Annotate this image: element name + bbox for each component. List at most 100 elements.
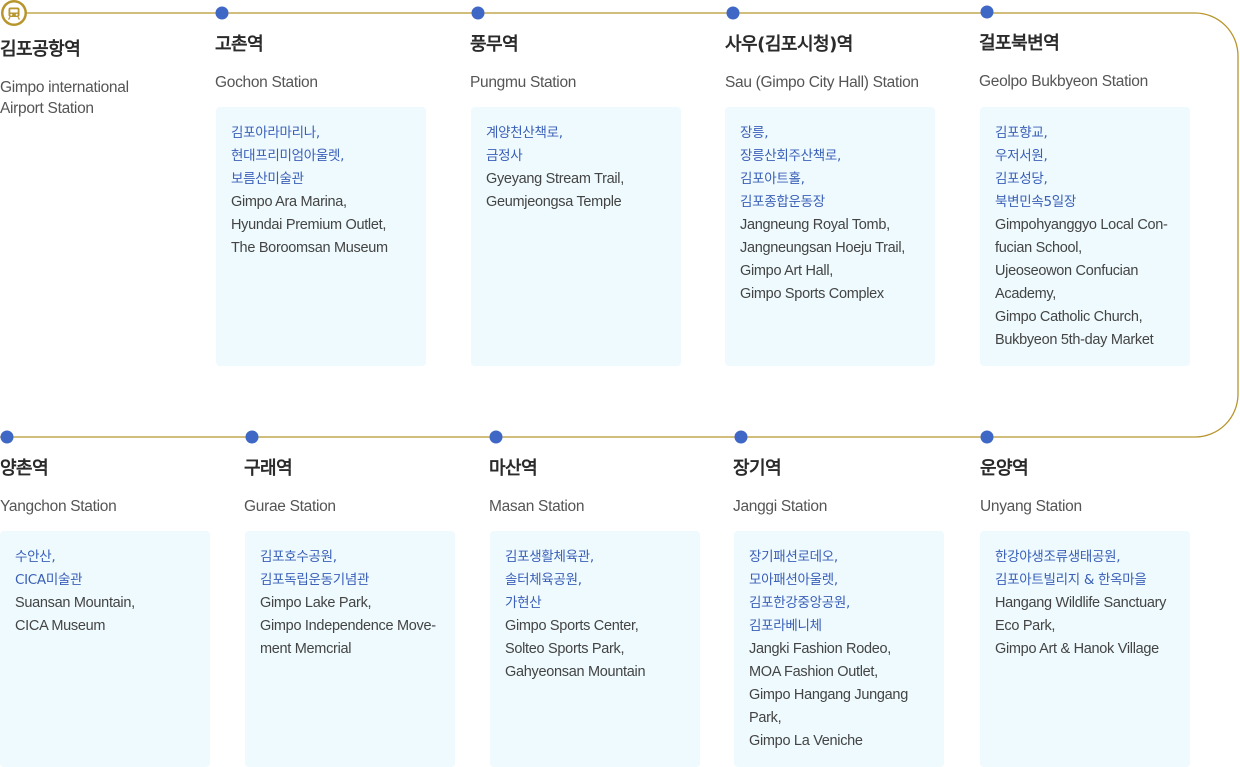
attraction-en: Gimpohyanggyo Local Con- (995, 217, 1168, 233)
attraction-ko: 장릉산회주산책로, (740, 148, 841, 164)
station-dot (0, 430, 14, 444)
attractions-card: 장기패션로데오, 모아패션아울렛, 김포한강중앙공원, 김포라베니체 Jangki Fa… (734, 531, 944, 767)
attraction-ko: 보름산미술관 (231, 171, 304, 187)
attraction-en: Gimpo Sports Complex (740, 286, 884, 302)
station-name-en: Masan Station (489, 498, 585, 515)
station-dot (726, 6, 740, 20)
station-name-ko: 양촌역 (0, 458, 49, 479)
attraction-ko: 장기패션로데오, (749, 549, 838, 565)
attraction-ko: 김포독립운동기념관 (260, 572, 370, 588)
attraction-en: Gimpo Art & Hanok Village (995, 641, 1159, 657)
attraction-en: Academy, (995, 286, 1056, 302)
attractions-card: 김포아라마리나, 현대프리미엄아울렛, 보름산미술관 Gimpo Ara Marina… (216, 107, 426, 366)
attraction-en: fucian School, (995, 240, 1082, 256)
station-dot (215, 6, 229, 20)
attraction-en: Gimpo Hangang Jungang (749, 687, 908, 703)
attraction-en: Gyeyang Stream Trail, (486, 171, 624, 187)
attraction-en: Gimpo Lake Park, (260, 595, 372, 611)
station-name-en: Gurae Station (244, 498, 336, 515)
attraction-en: Bukbyeon 5th-day Market (995, 332, 1154, 348)
station-dot (980, 5, 994, 19)
attraction-ko: 가현산 (505, 595, 542, 611)
station-name-en: Unyang Station (980, 498, 1082, 515)
station-gimpo-international-airport-station: 김포공항역 Gimpo international Airport Station (0, 35, 150, 119)
attractions-card: 장릉, 장릉산회주산책로, 김포아트홀, 김포종합운동장 Jangneung Royal… (725, 107, 935, 366)
station-gurae-station: 구래역 Gurae Station (244, 454, 336, 517)
station-name-en: Gimpo international Airport Station (0, 79, 129, 117)
station-name-en: Gochon Station (215, 74, 318, 91)
attraction-en: Geumjeongsa Temple (486, 194, 622, 210)
attraction-ko: 수안산, (15, 549, 56, 565)
station-unyang-station: 운양역 Unyang Station (980, 454, 1082, 517)
station-name-en: Janggi Station (733, 498, 828, 515)
attraction-en: Hangang Wildlife Sanctuary (995, 595, 1167, 611)
station-name-ko: 장기역 (733, 458, 782, 479)
attraction-en: Suansan Mountain, (15, 595, 135, 611)
attraction-ko: CICA미술관 (15, 572, 83, 588)
station-masan-station: 마산역 Masan Station (489, 454, 584, 517)
attractions-card: 한강야생조류생태공원, 김포아트빌리지 & 한옥마을 Hangang Wildlif… (980, 531, 1190, 767)
attraction-en: CICA Museum (15, 618, 106, 634)
attraction-ko: 김포성당, (995, 171, 1048, 187)
attraction-ko: 김포향교, (995, 125, 1048, 141)
station-dot (489, 430, 503, 444)
attraction-ko: 한강야생조류생태공원, (995, 549, 1121, 565)
attraction-ko: 김포종합운동장 (740, 194, 825, 210)
attraction-ko: 장릉, (740, 125, 769, 141)
attraction-en: Gimpo Art Hall, (740, 263, 833, 279)
attractions-card: 김포생활체육관, 솔터체육공원, 가현산 Gimpo Sports Center, So… (490, 531, 700, 767)
station-name-en: Yangchon Station (0, 498, 117, 515)
attraction-ko: 계양천산책로, (486, 125, 563, 141)
attraction-en: Solteo Sports Park, (505, 641, 625, 657)
attraction-en: Gimpo Independence Move- (260, 618, 436, 634)
station-name-ko: 김포공항역 (0, 39, 81, 60)
attraction-ko: 김포아라마리나, (231, 125, 320, 141)
attraction-ko: 북변민속5일장 (995, 194, 1077, 210)
attraction-ko: 김포생활체육관, (505, 549, 594, 565)
attraction-en: Jangneung Royal Tomb, (740, 217, 890, 233)
attraction-ko: 우저서원, (995, 148, 1048, 164)
station-name-ko: 운양역 (980, 458, 1029, 479)
attractions-card: 수안산, CICA미술관 Suansan Mountain, CICA Museum (0, 531, 210, 767)
station-dot (245, 430, 259, 444)
station-gochon-station: 고촌역 Gochon Station (215, 30, 318, 93)
station-name-ko: 사우(김포시청)역 (725, 34, 853, 55)
attraction-en: Gimpo Ara Marina, (231, 194, 347, 210)
attraction-en: Gimpo Catholic Church, (995, 309, 1143, 325)
station-name-ko: 고촌역 (215, 34, 264, 55)
attraction-en: The Boroomsan Museum (231, 240, 388, 256)
station-dot (471, 6, 485, 20)
station-name-ko: 걸포북변역 (979, 33, 1060, 54)
station-pungmu-station: 풍무역 Pungmu Station (470, 30, 576, 93)
attractions-card: 김포향교, 우저서원, 김포성당, 북변민속5일장 Gimpohyanggyo Loca… (980, 107, 1190, 366)
attraction-en: Gimpo La Veniche (749, 733, 863, 749)
attraction-en: Gahyeonsan Mountain (505, 664, 646, 680)
attraction-en: Gimpo Sports Center, (505, 618, 639, 634)
attraction-en: Jangki Fashion Rodeo, (749, 641, 892, 657)
attraction-ko: 김포라베니체 (749, 618, 822, 634)
station-name-en: Pungmu Station (470, 74, 577, 91)
station-name-en: Geolpo Bukbyeon Station (979, 73, 1148, 90)
attraction-en: Ujeoseowon Confucian (995, 263, 1139, 279)
station-name-ko: 구래역 (244, 458, 293, 479)
attraction-ko: 김포아트홀, (740, 171, 805, 187)
attraction-en: Hyundai Premium Outlet, (231, 217, 387, 233)
station-geolpo-bukbyeon-station: 걸포북변역 Geolpo Bukbyeon Station (979, 29, 1148, 92)
attraction-en: Jangneungsan Hoeju Trail, (740, 240, 906, 256)
station-sau-gimpo-city-hall-station: 사우(김포시청)역 Sau (Gimpo City Hall) Station (725, 30, 919, 93)
attraction-en: MOA Fashion Outlet, (749, 664, 878, 680)
attraction-ko: 김포한강중앙공원, (749, 595, 850, 611)
attraction-en: Park, (749, 710, 782, 726)
attraction-ko: 금정사 (486, 148, 523, 164)
station-dot (980, 430, 994, 444)
station-name-ko: 풍무역 (470, 34, 519, 55)
station-name-en: Sau (Gimpo City Hall) Station (725, 74, 919, 91)
attraction-ko: 현대프리미엄아울렛, (231, 148, 345, 164)
attractions-card: 계양천산책로, 금정사 Gyeyang Stream Trail, Geumjeong… (471, 107, 681, 366)
attraction-ko: 솔터체육공원, (505, 572, 582, 588)
attraction-ko: 김포호수공원, (260, 549, 337, 565)
station-dot (734, 430, 748, 444)
attraction-ko: 모아패션아울렛, (749, 572, 838, 588)
attraction-ko: 김포아트빌리지 & 한옥마을 (995, 572, 1147, 588)
attraction-en: Eco Park, (995, 618, 1056, 634)
